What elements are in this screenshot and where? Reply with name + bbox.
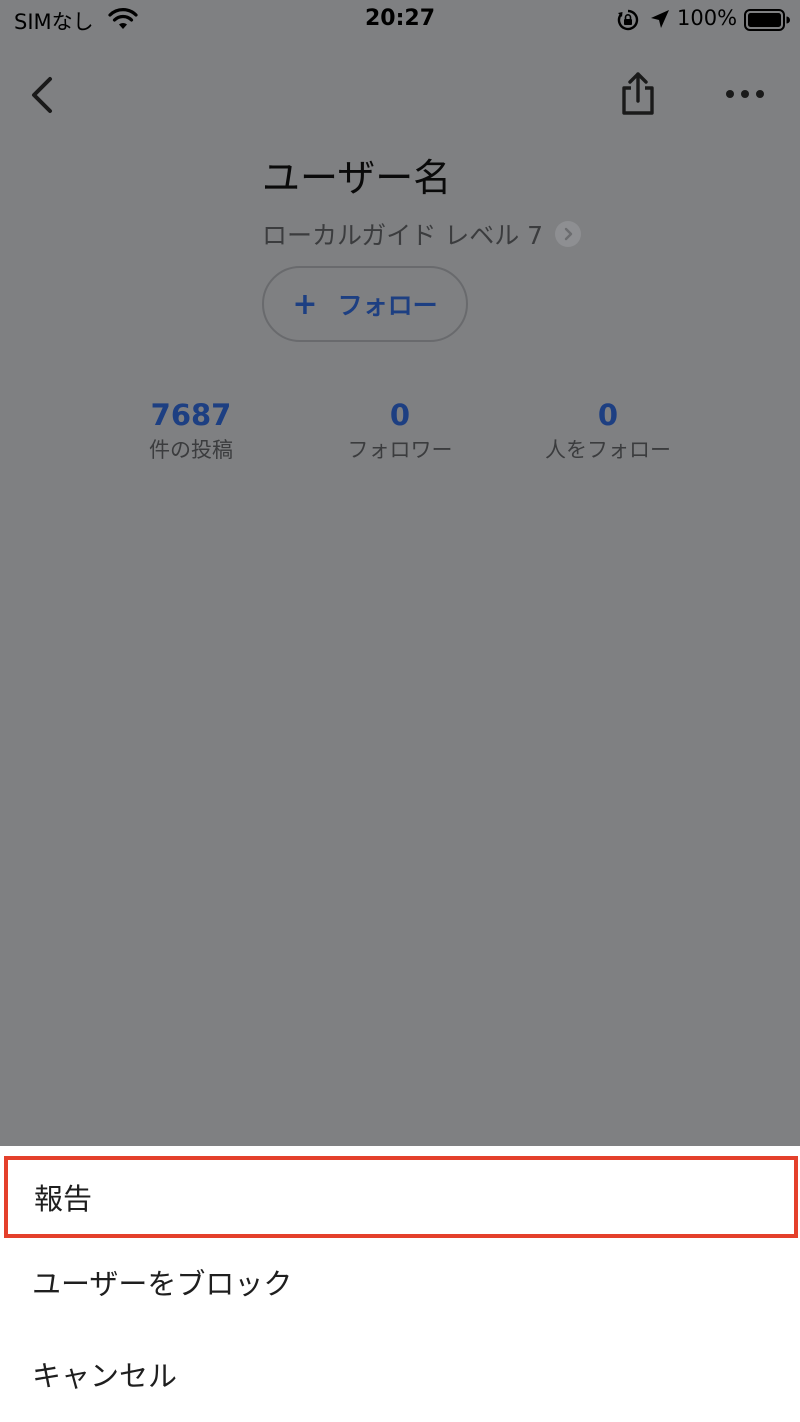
share-icon[interactable] bbox=[618, 71, 658, 117]
action-sheet: 報告 ユーザーをブロック キャンセル bbox=[0, 1146, 800, 1422]
back-arrow-icon[interactable] bbox=[26, 73, 58, 117]
level-label: ローカルガイド レベル 7 bbox=[262, 221, 544, 250]
stat-label: 件の投稿 bbox=[149, 438, 233, 462]
battery-percent: 100% bbox=[677, 6, 738, 30]
location-arrow-icon bbox=[651, 10, 669, 28]
battery-icon bbox=[744, 9, 790, 31]
stat-label: フォロワー bbox=[347, 438, 453, 462]
follow-label: フォロー bbox=[337, 291, 438, 320]
stat-value: 0 bbox=[389, 398, 411, 432]
cancel-option[interactable]: キャンセル bbox=[0, 1330, 800, 1418]
block-user-option[interactable]: ユーザーをブロック bbox=[0, 1238, 800, 1326]
stat-value: 0 bbox=[597, 398, 619, 432]
stat-posts[interactable]: 7687 件の投稿 bbox=[91, 395, 291, 465]
follow-button[interactable]: + フォロー bbox=[262, 266, 468, 342]
report-option[interactable]: 報告 bbox=[4, 1156, 798, 1238]
chevron-right-icon bbox=[555, 221, 582, 247]
status-bar: SIMなし 20:27 100% bbox=[0, 0, 800, 40]
user-name: ユーザー名 bbox=[262, 156, 452, 200]
stat-label: 人をフォロー bbox=[545, 438, 671, 462]
profile-header: ユーザー名 ローカルガイド レベル 7 + フォロー bbox=[262, 150, 582, 342]
more-options-icon[interactable] bbox=[722, 85, 768, 103]
top-app-bar bbox=[0, 55, 800, 135]
stat-value: 7687 bbox=[150, 398, 232, 432]
stat-following[interactable]: 0 人をフォロー bbox=[508, 395, 708, 465]
local-guide-level[interactable]: ローカルガイド レベル 7 bbox=[262, 214, 582, 254]
stat-followers[interactable]: 0 フォロワー bbox=[300, 395, 500, 465]
rotation-lock-icon bbox=[617, 9, 639, 31]
plus-icon: + bbox=[292, 286, 318, 322]
